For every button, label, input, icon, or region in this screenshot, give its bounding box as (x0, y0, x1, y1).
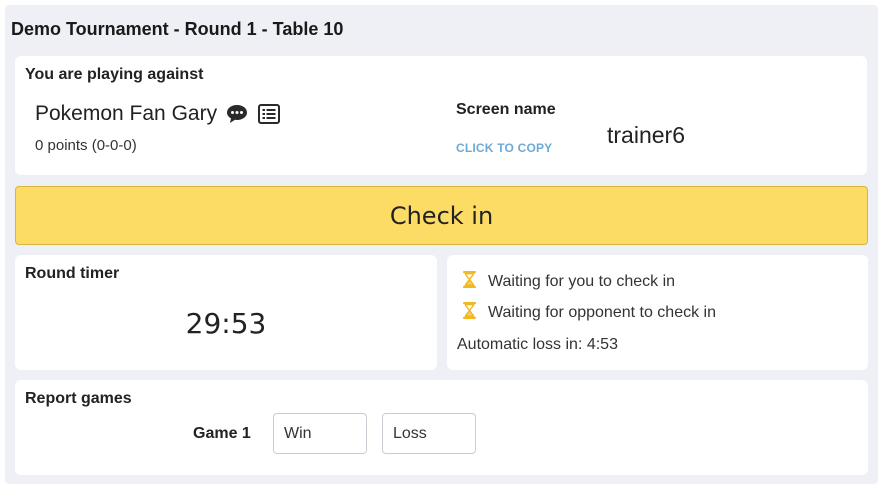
check-in-status-card: Waiting for you to check in Waiting for … (447, 255, 868, 370)
opponent-points: 0 points (0-0-0) (35, 137, 137, 154)
game-1-label: Game 1 (193, 425, 251, 442)
status-text: Waiting for opponent to check in (488, 304, 716, 321)
round-timer-title: Round timer (25, 265, 120, 282)
hourglass-icon (463, 271, 476, 293)
opponent-section-title: You are playing against (25, 66, 204, 83)
screen-name-label: Screen name (456, 101, 556, 118)
chat-bubble-icon[interactable] (225, 102, 249, 126)
report-games-title: Report games (25, 390, 132, 407)
status-text: Waiting for you to check in (488, 273, 676, 290)
loss-button[interactable]: Loss (382, 413, 476, 454)
automatic-loss-countdown: Automatic loss in: 4:53 (457, 336, 618, 353)
round-timer-card: Round timer 29:53 (15, 255, 437, 370)
list-icon[interactable] (257, 102, 281, 126)
report-games-card: Report games Game 1 Win Loss (15, 380, 868, 475)
opponent-card: You are playing against Pokemon Fan Gary (15, 56, 867, 175)
win-button[interactable]: Win (273, 413, 367, 454)
hourglass-icon (463, 302, 476, 324)
status-item: Waiting for opponent to check in (463, 302, 716, 324)
copy-screen-name-link[interactable]: CLICK TO COPY (456, 141, 552, 155)
check-in-button[interactable]: Check in (15, 186, 868, 245)
round-timer-value: 29:53 (185, 307, 267, 340)
page-title: Demo Tournament - Round 1 - Table 10 (11, 19, 344, 39)
screen-name-value: trainer6 (607, 122, 685, 148)
status-item: Waiting for you to check in (463, 271, 675, 293)
opponent-name: Pokemon Fan Gary (35, 102, 218, 125)
opponent-name-row: Pokemon Fan Gary (35, 102, 281, 126)
